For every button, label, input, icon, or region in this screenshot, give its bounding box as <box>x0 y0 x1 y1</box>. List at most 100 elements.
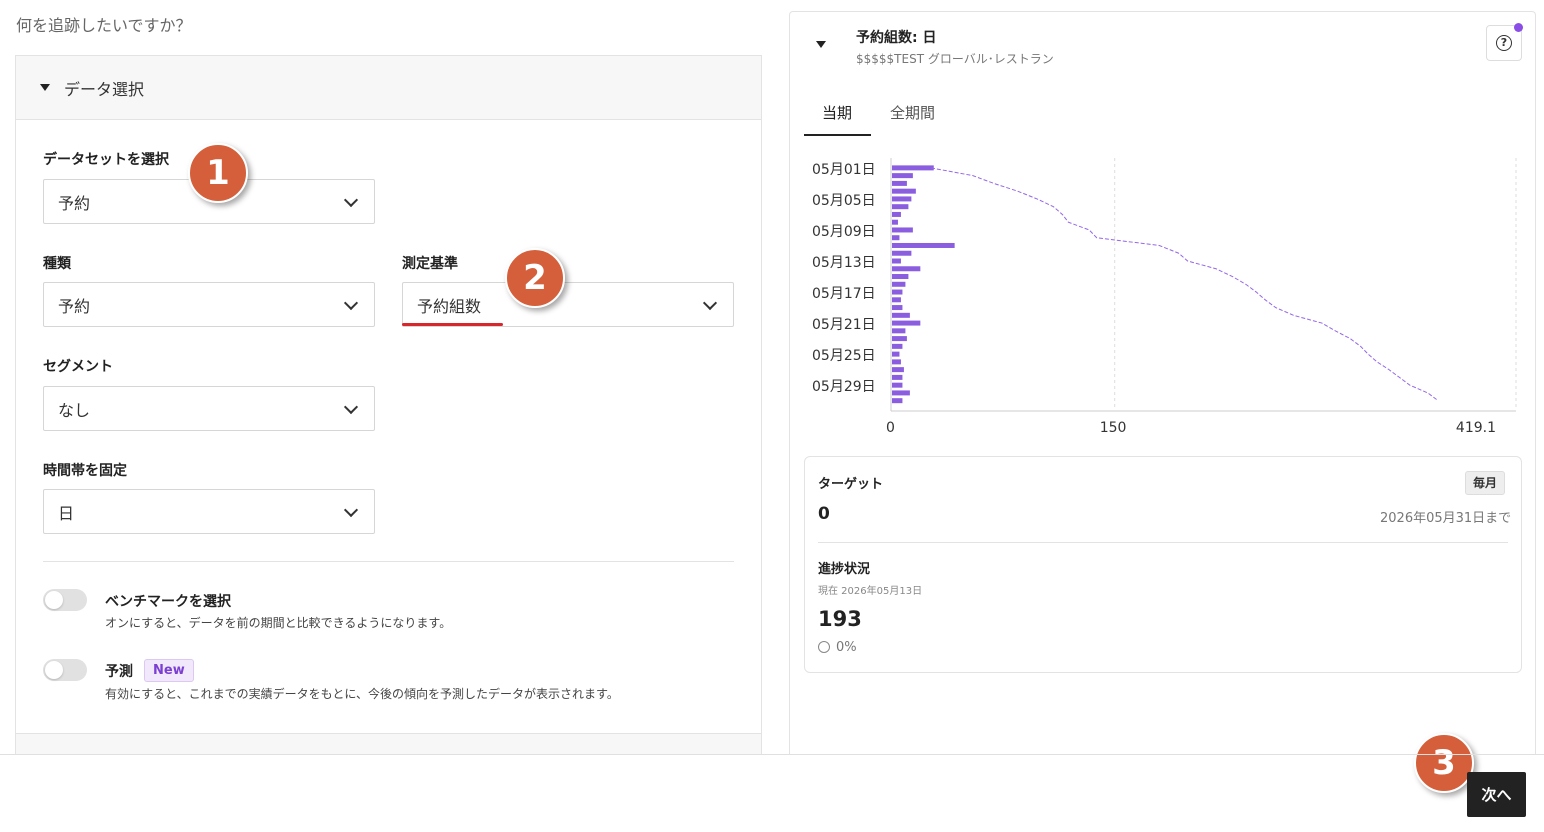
y-tick-label: 05月29日 <box>812 379 876 395</box>
type-select[interactable]: 予約 <box>43 282 375 327</box>
tab-all-periods[interactable]: 全期間 <box>890 102 935 123</box>
chart-bar <box>892 180 907 186</box>
footer-divider <box>0 754 1544 755</box>
target-value: 0 <box>818 504 830 524</box>
notification-dot <box>1514 23 1523 32</box>
chart-bar <box>892 173 913 179</box>
tab-current-period[interactable]: 当期 <box>822 102 852 123</box>
x-tick-label: 150 <box>1100 420 1127 436</box>
target-divider <box>818 542 1508 543</box>
monthly-badge: 毎月 <box>1465 471 1506 495</box>
chart-bar <box>892 227 913 233</box>
question-mark-icon: ? <box>1496 35 1512 51</box>
progress-label: 進捗状況 <box>818 562 871 577</box>
segment-select[interactable]: なし <box>43 386 375 431</box>
dataset-select-value: 予約 <box>58 193 91 213</box>
chart-bar <box>892 343 903 349</box>
progress-value: 193 <box>818 607 862 631</box>
target-label: ターゲット <box>818 477 884 492</box>
chart-bar <box>892 274 909 280</box>
chart-bar <box>892 320 921 326</box>
chart-bar <box>892 235 900 241</box>
chart-bar <box>892 351 900 357</box>
y-tick-label: 05月09日 <box>812 224 876 240</box>
target-deadline: 2026年05月31日まで <box>1380 511 1512 526</box>
data-selection-title: データ選択 <box>64 79 145 99</box>
x-tick-label: 419.1 <box>1456 420 1496 436</box>
new-badge: New <box>144 659 194 682</box>
chart-bar <box>892 196 912 202</box>
chart-bar <box>892 250 912 256</box>
forecast-title: 予測 <box>105 664 133 680</box>
chart-bar <box>892 312 910 318</box>
chart-bar <box>892 374 903 380</box>
benchmark-description: オンにすると、データを前の期間と比較できるようになります。 <box>105 616 452 630</box>
chart-bar <box>892 266 921 272</box>
segment-select-value: なし <box>58 400 91 420</box>
chevron-down-icon <box>702 295 718 311</box>
chart-bar <box>892 390 910 396</box>
step-marker-2: 2 <box>505 248 565 308</box>
chart-line <box>930 167 1439 402</box>
y-tick-label: 05月17日 <box>812 286 876 302</box>
step-marker-1: 1 <box>188 143 248 203</box>
metric-select[interactable]: 予約組数 <box>402 282 734 327</box>
chevron-down-icon <box>343 399 359 415</box>
y-tick-label: 05月25日 <box>812 348 876 364</box>
progress-percent: 0% <box>836 640 857 655</box>
y-tick-label: 05月21日 <box>812 317 876 333</box>
timeframe-select-value: 日 <box>58 503 75 523</box>
chart-bar <box>892 382 903 388</box>
page: 何を追跡したいですか？ データ選択 データセットを選択 予約 種類 予約 測定基… <box>0 0 1544 832</box>
chart-bar <box>892 281 906 287</box>
y-tick-label: 05月13日 <box>812 255 876 271</box>
preview-title: 予約組数: 日 <box>856 30 937 46</box>
section-divider <box>43 561 734 562</box>
benchmark-title: ベンチマークを選択 <box>105 594 231 610</box>
benchmark-toggle[interactable] <box>43 589 87 611</box>
chart-bar <box>892 328 906 334</box>
chart-bar <box>892 204 909 210</box>
preview-subtitle: $$$$$TEST グローバル･レストラン <box>856 52 1054 66</box>
forecast-toggle[interactable] <box>43 659 87 681</box>
metric-select-value: 予約組数 <box>417 296 482 316</box>
chart-bar <box>892 367 904 373</box>
timeframe-label: 時間帯を固定 <box>43 463 127 479</box>
y-tick-label: 05月01日 <box>812 162 876 178</box>
chart-bar <box>892 165 934 171</box>
chart-bar <box>892 211 901 217</box>
chart-bar <box>892 336 907 342</box>
collapse-triangle-icon[interactable] <box>816 41 826 48</box>
chart-bar <box>892 258 901 264</box>
forecast-description: 有効にすると、これまでの実績データをもとに、今後の傾向を予測したデータが表示され… <box>105 687 619 701</box>
active-tab-indicator <box>804 134 871 136</box>
chart-bar <box>892 359 901 365</box>
timeframe-select[interactable]: 日 <box>43 489 375 534</box>
type-label: 種類 <box>43 256 71 272</box>
chevron-down-icon <box>343 295 359 311</box>
next-button[interactable]: 次へ <box>1467 772 1526 817</box>
step-marker-3: 3 <box>1414 733 1474 793</box>
collapse-triangle-icon <box>40 84 50 91</box>
question-heading: 何を追跡したいですか？ <box>16 16 192 35</box>
chart-bar <box>892 289 903 295</box>
type-select-value: 予約 <box>58 296 91 316</box>
chart-bar <box>892 305 903 311</box>
chevron-down-icon <box>343 192 359 208</box>
progress-date: 現在 2026年05月13日 <box>818 586 923 597</box>
metric-label: 測定基準 <box>402 256 458 272</box>
chart-bar <box>892 188 916 194</box>
segment-label: セグメント <box>43 359 113 375</box>
preview-chart: 05月01日 05月05日 05月09日 05月13日 05月17日 05月21日 05月2… <box>812 158 1517 436</box>
next-section-header <box>16 733 761 755</box>
x-tick-label: 0 <box>886 420 895 436</box>
data-selection-header[interactable]: データ選択 <box>16 56 761 120</box>
chart-bar <box>892 219 898 225</box>
target-card <box>804 456 1522 673</box>
chart-bar <box>892 242 955 248</box>
metric-highlight-underline <box>402 323 503 326</box>
chart-bar <box>892 398 903 404</box>
target-icon <box>818 641 830 653</box>
y-tick-label: 05月05日 <box>812 193 876 209</box>
chart-bar <box>892 297 901 303</box>
